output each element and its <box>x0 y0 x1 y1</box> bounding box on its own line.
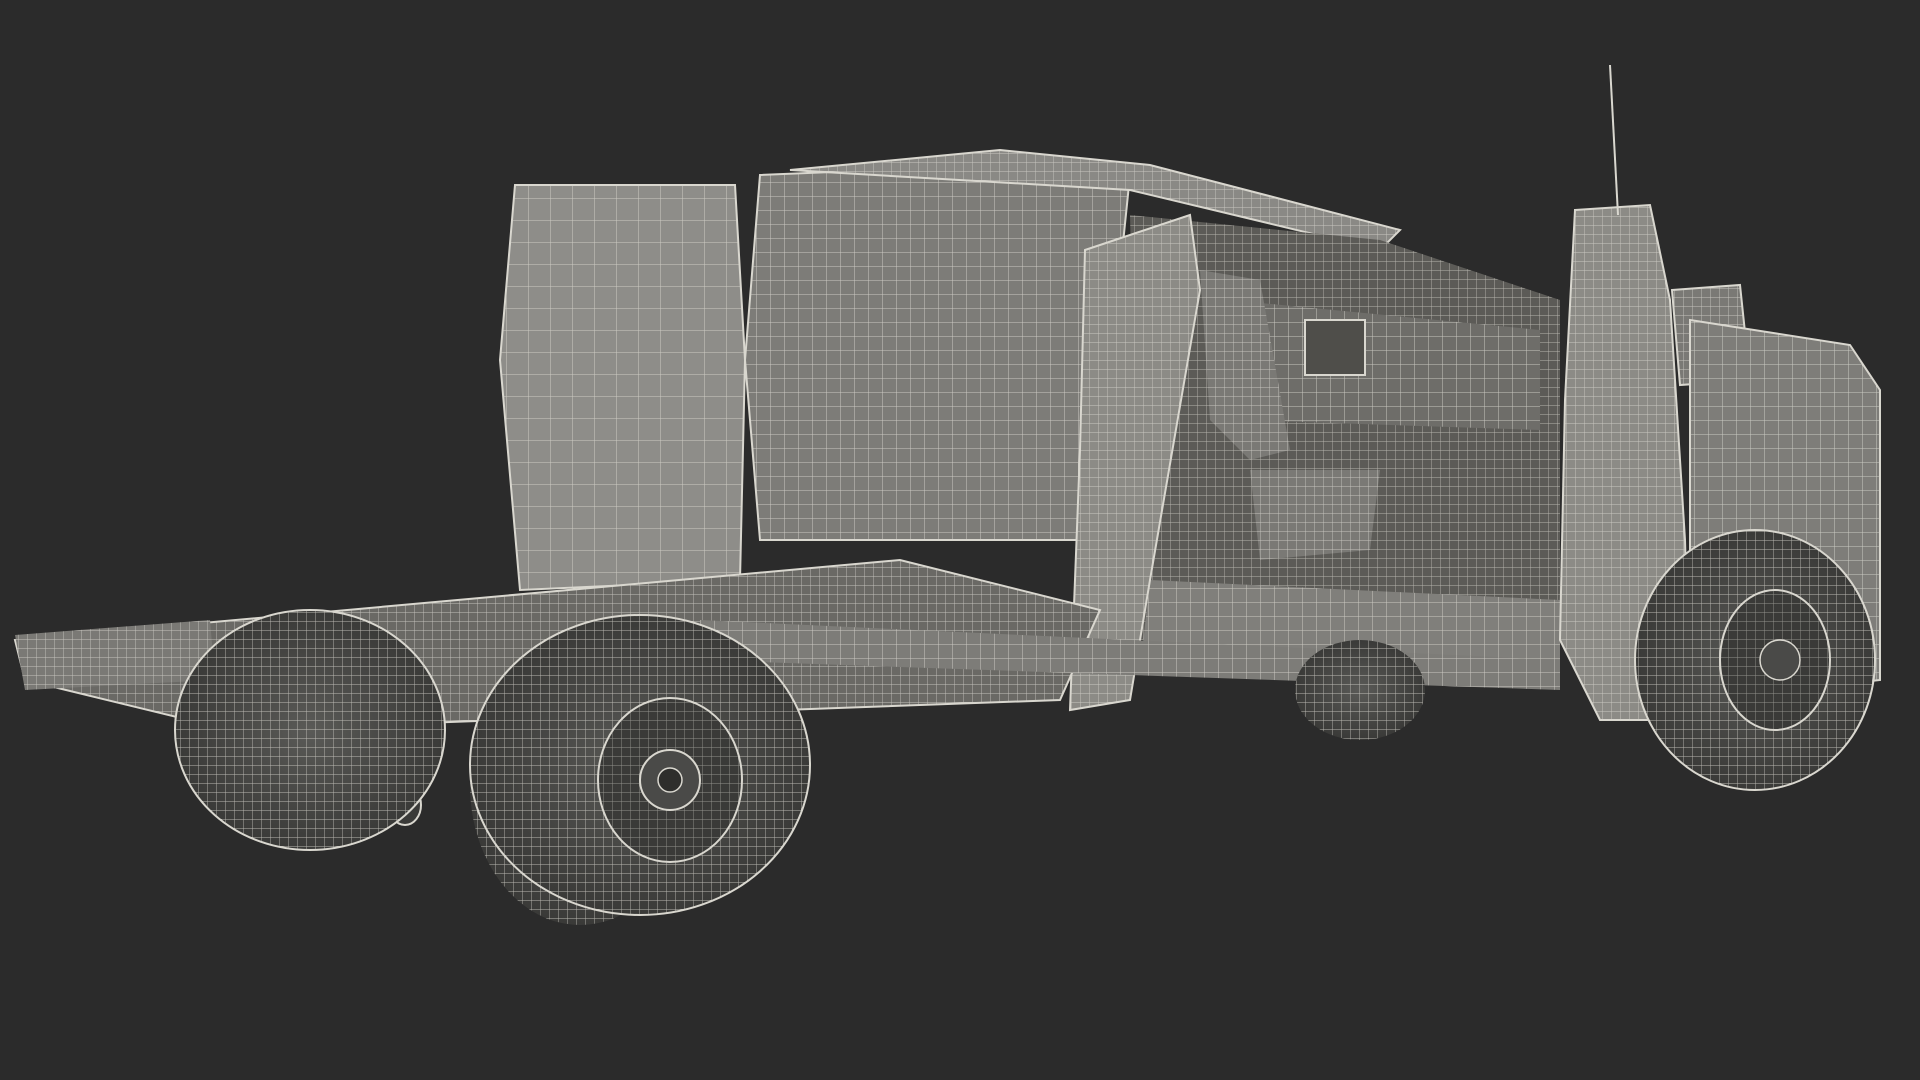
wireframe-truck-render <box>13 64 1881 925</box>
front-wheel-near <box>1634 529 1876 791</box>
rear-wheel-far <box>174 609 446 851</box>
render-viewport <box>0 0 1920 1080</box>
rear-panel-left <box>498 184 747 592</box>
cab-rear <box>743 163 1132 541</box>
front-wheel-far <box>1295 640 1425 740</box>
rear-wheel-near <box>469 614 811 925</box>
